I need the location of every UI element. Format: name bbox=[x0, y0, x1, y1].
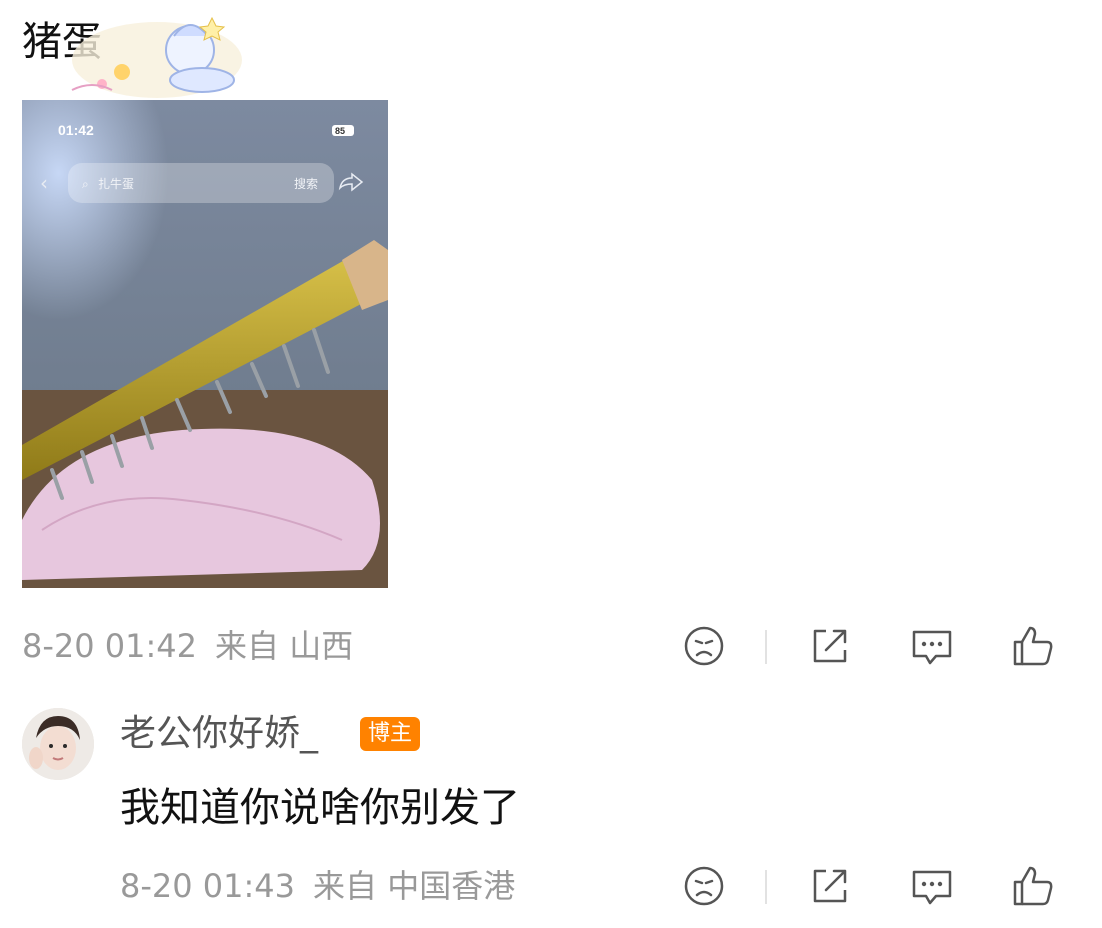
back-icon: ‹ bbox=[40, 171, 48, 195]
dislike-face-icon[interactable] bbox=[678, 860, 730, 912]
sleeping-sticker-icon bbox=[71, 16, 242, 98]
search-placeholder: 扎牛蛋 bbox=[98, 176, 134, 191]
comment-text: 我知道你说啥你别发了 bbox=[120, 785, 520, 831]
author-badge: 博主 bbox=[360, 717, 421, 751]
comment-icon[interactable] bbox=[906, 620, 958, 672]
dislike-face-icon[interactable] bbox=[678, 620, 730, 672]
like-thumb-icon[interactable] bbox=[1007, 620, 1059, 672]
comment-time: 8-20 01:43 bbox=[120, 867, 296, 905]
video-screenshot: 01:42 85 ‹ ⌕ 扎牛蛋 搜索 bbox=[22, 100, 388, 588]
comment-username[interactable]: 老公你好娇_ bbox=[120, 712, 318, 756]
action-divider bbox=[765, 870, 767, 904]
post-meta: 8-20 01:42 来自 山西 bbox=[22, 628, 353, 664]
post-time: 8-20 01:42 bbox=[22, 627, 198, 665]
status-time: 01:42 bbox=[58, 122, 94, 138]
search-button: 搜索 bbox=[294, 176, 318, 191]
search-icon: ⌕ bbox=[82, 177, 89, 191]
share-icon[interactable] bbox=[804, 860, 856, 912]
share-icon[interactable] bbox=[804, 620, 856, 672]
post-source: 来自 山西 bbox=[215, 627, 354, 665]
comment-meta: 8-20 01:43 来自 中国香港 bbox=[120, 868, 515, 904]
like-thumb-icon[interactable] bbox=[1007, 860, 1059, 912]
avatar-photo bbox=[22, 708, 94, 780]
action-divider bbox=[765, 630, 767, 664]
comment-source: 来自 中国香港 bbox=[313, 867, 516, 905]
battery-level: 85 bbox=[335, 126, 345, 136]
comment-icon[interactable] bbox=[906, 860, 958, 912]
post-image[interactable]: 01:42 85 ‹ ⌕ 扎牛蛋 搜索 bbox=[22, 100, 388, 588]
avatar[interactable] bbox=[22, 708, 94, 780]
